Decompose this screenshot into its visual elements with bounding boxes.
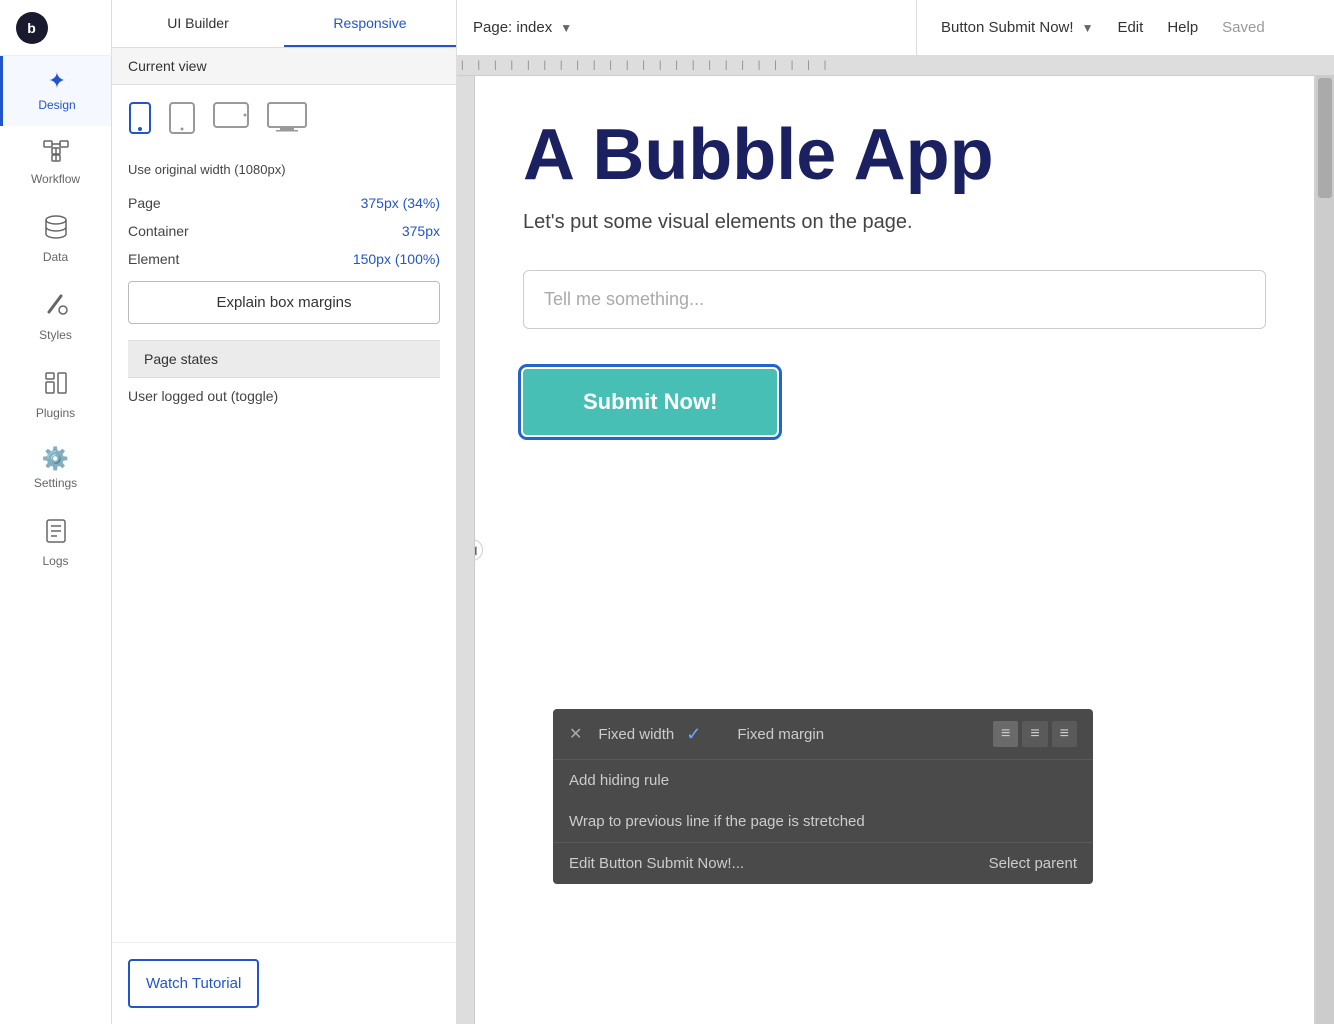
align-left-button[interactable]: ≡ [993, 721, 1018, 747]
view-mobile[interactable] [128, 101, 152, 142]
app-logo[interactable]: b [0, 0, 112, 56]
view-desktop[interactable] [266, 101, 308, 142]
page-frame: ◀ A Bubble App Let's put some visual ele… [475, 76, 1314, 1024]
help-button[interactable]: Help [1167, 19, 1198, 36]
page-states-header: Page states [128, 340, 440, 378]
sidebar-item-styles-label: Styles [39, 328, 72, 342]
sidebar-item-plugins-label: Plugins [36, 406, 75, 420]
sidebar-item-logs-label: Logs [42, 554, 68, 568]
context-menu-fixed-row: ✕ Fixed width ✓ Fixed margin ≡ ≡ ≡ [553, 709, 1093, 760]
add-hiding-rule-item[interactable]: Add hiding rule [553, 760, 1093, 801]
view-icons [128, 101, 440, 142]
main-area: Page: index ▼ Button Submit Now! ▼ Edit … [457, 0, 1334, 1024]
element-selector[interactable]: Button Submit Now! ▼ [941, 19, 1093, 36]
page-selector-chevron: ▼ [560, 21, 572, 35]
sidebar-nav: b ✦ Design Workflow Data [0, 0, 112, 1024]
canvas-inner: ◀ A Bubble App Let's put some visual ele… [457, 76, 1334, 1024]
panel-bottom: Watch Tutorial [112, 942, 456, 1024]
close-icon[interactable]: ✕ [569, 724, 582, 744]
canvas-content: ◀ A Bubble App Let's put some visual ele… [475, 76, 1334, 1024]
plugins-icon [43, 370, 69, 400]
wrap-prev-line-item[interactable]: Wrap to previous line if the page is str… [553, 801, 1093, 842]
sidebar-item-plugins[interactable]: Plugins [0, 356, 111, 434]
view-tablet-portrait[interactable] [168, 101, 196, 142]
sidebar-item-workflow[interactable]: Workflow [0, 126, 111, 200]
scrollbar[interactable] [1316, 76, 1334, 1024]
sidebar-item-settings[interactable]: ⚙️ Settings [0, 434, 111, 504]
dim-row-page: Page 375px (34%) [128, 189, 440, 217]
watch-tutorial-button[interactable]: Watch Tutorial [128, 959, 259, 1008]
sidebar-item-logs[interactable]: Logs [0, 504, 111, 582]
explain-box-margins-button[interactable]: Explain box margins [128, 281, 440, 324]
context-menu: ✕ Fixed width ✓ Fixed margin ≡ ≡ ≡ [553, 709, 1093, 884]
tab-responsive[interactable]: Responsive [284, 0, 456, 47]
panel-tabs: UI Builder Responsive [112, 0, 456, 48]
mobile-icon [128, 101, 152, 142]
sidebar-item-design-label: Design [38, 98, 75, 112]
sidebar-item-styles[interactable]: Styles [0, 278, 111, 356]
tab-ui-builder[interactable]: UI Builder [112, 0, 284, 47]
canvas-wrapper: | | | | | | | | | | | | | | | | | | | | … [457, 56, 1334, 1024]
view-tablet-landscape[interactable] [212, 101, 250, 142]
sidebar-item-data[interactable]: Data [0, 200, 111, 278]
desktop-icon [266, 101, 308, 140]
submit-button[interactable]: Submit Now! [523, 369, 777, 435]
fixed-width-check[interactable]: ✓ [686, 724, 701, 745]
tablet-portrait-icon [168, 101, 196, 142]
fixed-width-label: Fixed width [598, 726, 674, 743]
page-title: A Bubble App [523, 116, 1266, 195]
page-selector[interactable]: Page: index ▼ [473, 19, 572, 36]
page-state-user-logged-out: User logged out (toggle) [128, 378, 440, 414]
styles-icon [43, 292, 69, 322]
select-parent-link[interactable]: Select parent [989, 855, 1077, 872]
tablet-landscape-icon [212, 101, 250, 136]
panel-body: Use original width (1080px) Page 375px (… [112, 85, 456, 942]
align-buttons: ≡ ≡ ≡ [993, 721, 1077, 747]
edit-button[interactable]: Edit [1117, 19, 1143, 36]
scrollbar-thumb[interactable] [1318, 78, 1332, 198]
saved-status: Saved [1222, 19, 1265, 36]
logs-icon [45, 518, 67, 548]
dim-row-container: Container 375px [128, 217, 440, 245]
logo-icon: b [16, 12, 48, 44]
sidebar-item-data-label: Data [43, 250, 68, 264]
submit-btn-wrapper: Submit Now! ✕ Fixed width ✓ Fixed margin… [523, 369, 777, 435]
design-icon: ✦ [48, 70, 66, 92]
current-view-header: Current view [112, 48, 456, 85]
sidebar-item-workflow-label: Workflow [31, 172, 80, 186]
top-bar-left: Page: index ▼ [457, 0, 917, 55]
element-selector-label: Button Submit Now! [941, 19, 1074, 36]
original-width: Use original width (1080px) [128, 158, 440, 189]
align-right-button[interactable]: ≡ [1052, 721, 1077, 747]
canvas-input[interactable]: Tell me something... [523, 270, 1266, 329]
element-selector-chevron: ▼ [1082, 21, 1094, 35]
page-selector-label: Page: index [473, 19, 552, 36]
settings-icon: ⚙️ [42, 448, 69, 470]
sidebar-item-settings-label: Settings [34, 476, 77, 490]
top-bar-right: Button Submit Now! ▼ Edit Help Saved [917, 19, 1289, 36]
align-center-button[interactable]: ≡ [1022, 721, 1047, 747]
sidebar-item-design[interactable]: ✦ Design [0, 56, 111, 126]
dim-row-element: Element 150px (100%) [128, 245, 440, 273]
side-panel: UI Builder Responsive Current view [112, 0, 457, 1024]
top-bar: Page: index ▼ Button Submit Now! ▼ Edit … [457, 0, 1334, 56]
collapse-arrow[interactable]: ◀ [475, 539, 483, 561]
fixed-margin-label: Fixed margin [737, 726, 824, 743]
ruler-horizontal: | | | | | | | | | | | | | | | | | | | | … [457, 56, 1334, 76]
context-menu-bottom: Edit Button Submit Now!... Select parent [553, 842, 1093, 884]
page-subtitle: Let's put some visual elements on the pa… [523, 211, 1266, 234]
workflow-icon [43, 140, 69, 166]
data-icon [43, 214, 69, 244]
ruler-vertical [457, 76, 475, 1024]
edit-button-link[interactable]: Edit Button Submit Now!... [569, 855, 744, 872]
